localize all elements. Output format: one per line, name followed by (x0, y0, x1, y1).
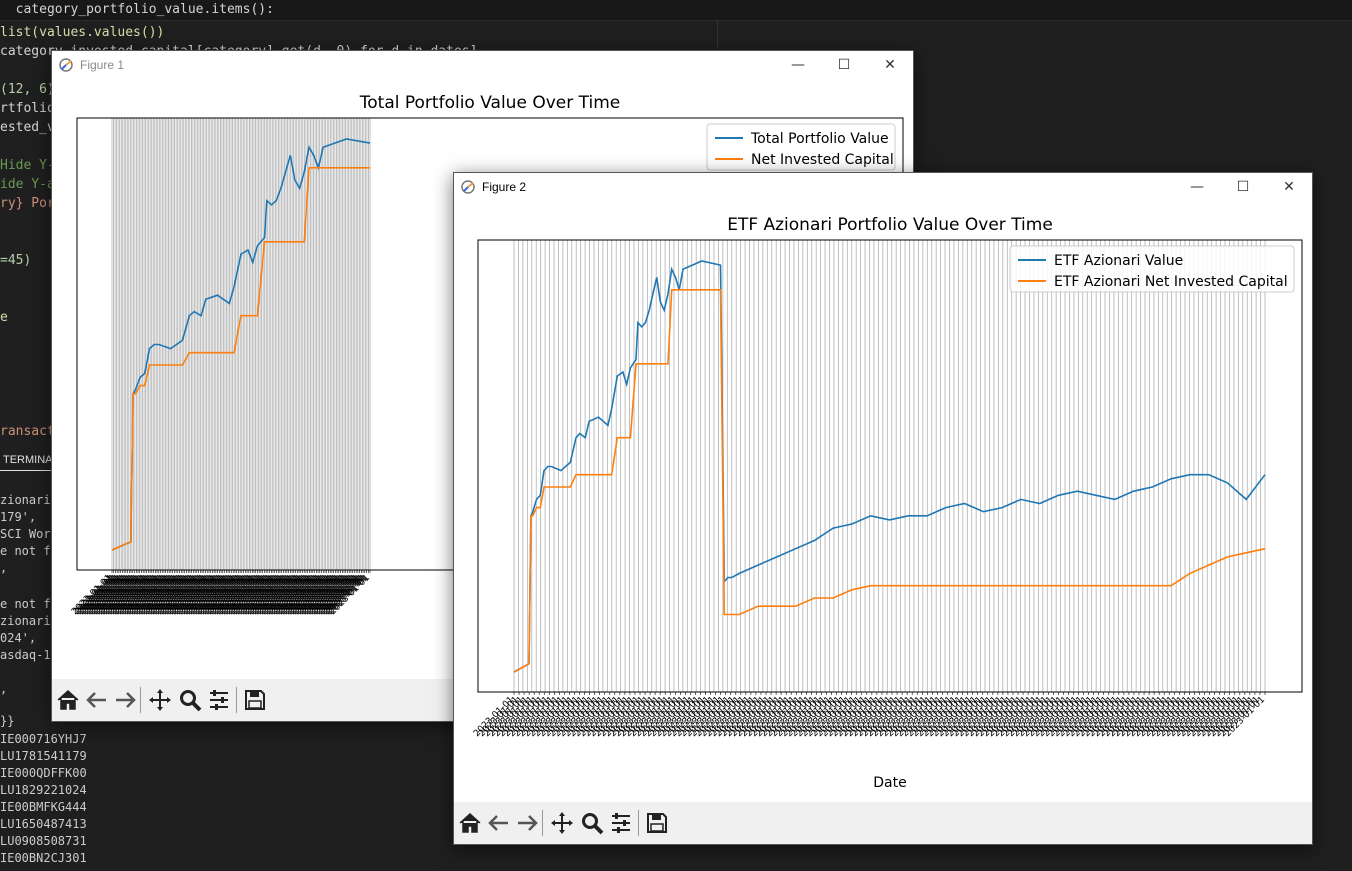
terminal-line: zionari" (0, 493, 58, 507)
configure-subplots-icon[interactable] (609, 811, 633, 835)
minimize-button[interactable]: — (1174, 173, 1220, 201)
home-icon[interactable] (458, 811, 482, 835)
legend-label: ETF Azionari Net Invested Capital (1054, 274, 1288, 290)
matplotlib-icon (461, 180, 475, 194)
terminal-line: 024', (0, 631, 37, 645)
terminal-line: asdaq-10 (0, 648, 58, 662)
toolbar-separator (236, 687, 237, 713)
figure2-titlebar[interactable]: Figure 2 — ☐ ✕ (454, 173, 1312, 201)
terminal-line: , (0, 682, 8, 696)
axes-frame (477, 239, 1303, 693)
back-icon[interactable] (487, 811, 511, 835)
terminal-line: e not fo (0, 544, 58, 558)
close-icon: ✕ (884, 57, 896, 73)
close-button[interactable]: ✕ (867, 51, 913, 79)
terminal-line: SCI Worl (0, 527, 58, 541)
terminal-line: LU1829221024 (0, 783, 87, 797)
figure1-titlebar[interactable]: Figure 1 — ☐ ✕ (52, 51, 913, 79)
code-line[interactable]: category_portfolio_value.items(): (0, 0, 274, 19)
figure2-toolbar (454, 802, 1312, 844)
maximize-icon: ☐ (837, 57, 851, 73)
series-line (513, 260, 1266, 673)
legend-label: Total Portfolio Value (750, 131, 889, 147)
back-icon[interactable] (85, 688, 109, 712)
pan-icon[interactable] (148, 688, 172, 712)
code-line[interactable]: ested_v (0, 118, 55, 137)
terminal-line: zionari" (0, 614, 58, 628)
toolbar-separator (638, 810, 639, 836)
terminal-line: IE00BMFKG444 (0, 800, 87, 814)
series-line (513, 289, 1266, 673)
code-line[interactable]: (12, 6) (0, 80, 55, 99)
chart-title: ETF Azionari Portfolio Value Over Time (727, 215, 1053, 235)
terminal-line: IE000716YHJ7 (0, 732, 87, 746)
code-line[interactable]: ry} Por (0, 194, 55, 213)
figure2-window[interactable]: Figure 2 — ☐ ✕ ETF Azionari Portfolio Va… (453, 172, 1313, 845)
home-icon[interactable] (56, 688, 80, 712)
close-button[interactable]: ✕ (1266, 173, 1312, 201)
maximize-icon: ☐ (1236, 179, 1250, 195)
save-icon[interactable] (243, 688, 267, 712)
minimize-icon: — (1190, 179, 1204, 195)
zoom-icon[interactable] (178, 688, 202, 712)
minimize-icon: — (791, 57, 805, 73)
series-line (111, 138, 371, 551)
zoom-icon[interactable] (580, 811, 604, 835)
forward-icon[interactable] (515, 811, 539, 835)
matplotlib-icon (59, 58, 73, 72)
toolbar-separator (542, 810, 543, 836)
terminal-line: IE000QDFFK00 (0, 766, 87, 780)
terminal-line: LU1650487413 (0, 817, 87, 831)
figure1-title: Figure 1 (80, 58, 125, 72)
code-line[interactable]: =45) (0, 251, 31, 270)
terminal-line: }} (0, 714, 15, 728)
minimize-button[interactable]: — (775, 51, 821, 79)
figure2-canvas[interactable]: ETF Azionari Portfolio Value Over Time 20… (454, 201, 1312, 802)
pan-icon[interactable] (550, 811, 574, 835)
maximize-button[interactable]: ☐ (1220, 173, 1266, 201)
code-line[interactable]: ide Y-a (0, 175, 55, 194)
figure2-title: Figure 2 (482, 180, 527, 194)
configure-subplots-icon[interactable] (207, 688, 231, 712)
toolbar-separator (140, 687, 141, 713)
close-icon: ✕ (1283, 179, 1295, 195)
code-line[interactable]: Hide Y- (0, 156, 55, 175)
code-line[interactable]: list(values.values()) (0, 23, 164, 42)
legend-label: ETF Azionari Value (1054, 253, 1183, 269)
figure2-chart: ETF Azionari Portfolio Value Over Time20… (472, 215, 1303, 791)
chart-title: Total Portfolio Value Over Time (359, 93, 620, 113)
terminal-line: IE00BN2CJ301 (0, 851, 87, 865)
x-axis-label: Date (873, 775, 906, 791)
terminal-line: , (0, 561, 8, 575)
code-line[interactable]: e (0, 308, 8, 327)
save-icon[interactable] (645, 811, 669, 835)
forward-icon[interactable] (113, 688, 137, 712)
terminal-line: LU1781541179 (0, 749, 87, 763)
series-line (111, 167, 370, 551)
terminal-line: e not fo (0, 597, 58, 611)
legend-label: Net Invested Capital (751, 152, 894, 168)
code-line[interactable]: ransact (0, 422, 55, 441)
terminal-line: 179', (0, 510, 37, 524)
maximize-button[interactable]: ☐ (821, 51, 867, 79)
terminal-line: LU0908508731 (0, 834, 87, 848)
